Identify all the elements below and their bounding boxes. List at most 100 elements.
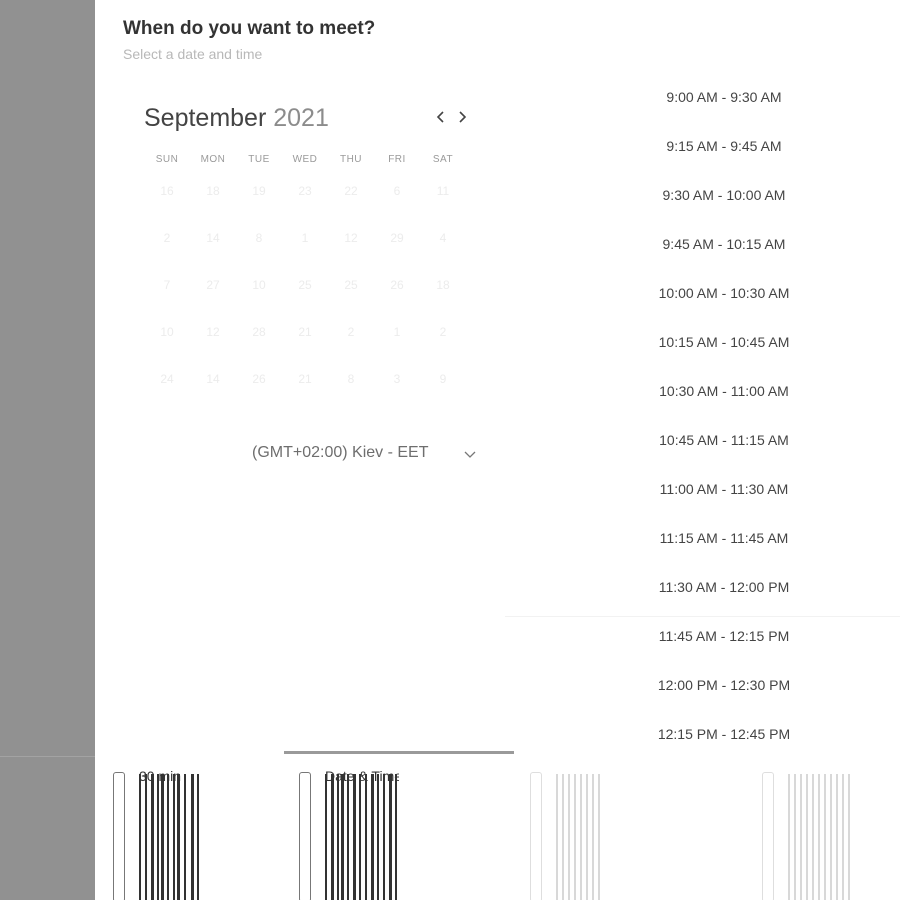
artifact-stripe — [167, 774, 169, 900]
calendar-day: 4 — [439, 231, 447, 245]
calendar-day: 26 — [252, 372, 266, 386]
time-slot-button[interactable]: 12:00 PM - 12:30 PM — [628, 668, 820, 702]
calendar-day: 9 — [439, 372, 447, 386]
time-slot-button[interactable]: 9:30 AM - 10:00 AM — [628, 178, 820, 212]
artifact-stripe — [592, 774, 594, 900]
calendar-day: 19 — [252, 184, 266, 198]
calendar-day: 10 — [160, 325, 174, 339]
artifact-stripe — [586, 774, 588, 900]
time-slot-button[interactable]: 11:15 AM - 11:45 AM — [628, 521, 820, 555]
calendar-day: 6 — [393, 184, 401, 198]
calendar-day: 2 — [163, 231, 171, 245]
artifact-stripe — [191, 774, 194, 900]
time-slot-button[interactable]: 12:15 PM - 12:45 PM — [628, 717, 820, 751]
page-title: When do you want to meet? — [123, 18, 376, 39]
calendar-day: 23 — [298, 184, 312, 198]
calendar-day: 8 — [255, 231, 263, 245]
calendar-day: 22 — [344, 184, 358, 198]
artifact-stripe — [341, 774, 344, 900]
artifact-stripe — [353, 774, 356, 900]
weekday-label: THU — [339, 154, 363, 165]
artifact-stripe — [177, 774, 180, 900]
page-subtitle: Select a date and time — [123, 46, 263, 62]
time-slot-button[interactable]: 10:15 AM - 10:45 AM — [628, 325, 820, 359]
timezone-select[interactable]: (GMT+02:00) Kiev - EET — [252, 444, 429, 462]
artifact-stripe — [139, 774, 141, 900]
time-slot-button[interactable]: 11:45 AM - 12:15 PM — [628, 619, 820, 653]
chevron-down-icon — [464, 451, 476, 458]
calendar-day: 2 — [439, 325, 447, 339]
calendar-day: 21 — [298, 372, 312, 386]
artifact-stripe — [574, 774, 576, 900]
step-tab[interactable] — [762, 766, 862, 900]
chevron-right-icon — [459, 111, 467, 123]
calendar-day: 18 — [436, 278, 450, 292]
artifact-stripe — [383, 774, 385, 900]
calendar-day: 28 — [252, 325, 266, 339]
calendar-day: 8 — [347, 372, 355, 386]
chevron-left-icon — [436, 111, 444, 123]
artifact-stripe — [371, 774, 374, 900]
timezone-dropdown-toggle[interactable] — [460, 444, 480, 464]
left-rail — [0, 0, 95, 900]
time-slot-button[interactable]: 9:15 AM - 9:45 AM — [628, 129, 820, 163]
calendar-day: 25 — [298, 278, 312, 292]
artifact-stripe — [365, 774, 367, 900]
step-tab[interactable]: 30 min — [113, 766, 213, 900]
time-slot-button[interactable]: 9:00 AM - 9:30 AM — [628, 80, 820, 114]
artifact-stripe — [842, 774, 844, 900]
calendar-year: 2021 — [273, 104, 329, 132]
calendar-day: 21 — [298, 325, 312, 339]
artifact-stripe — [556, 774, 558, 900]
artifact-stripe — [151, 774, 154, 900]
artifact-stripe — [184, 774, 186, 900]
calendar-day: 11 — [436, 184, 450, 198]
weekday-label: FRI — [388, 154, 406, 165]
calendar-day: 2 — [347, 325, 355, 339]
time-slot-divider — [505, 616, 900, 617]
step-tab[interactable] — [530, 766, 630, 900]
calendar-day: 12 — [344, 231, 358, 245]
calendar-month-title: September 2021 — [144, 104, 329, 133]
artifact-stripe — [848, 774, 850, 900]
calendar-day: 25 — [344, 278, 358, 292]
artifact-stripe — [325, 774, 327, 900]
artifact-stripe — [395, 774, 397, 900]
artifact-stripe — [145, 774, 147, 900]
artifact-stripe — [806, 774, 808, 900]
artifact-stripe — [331, 774, 334, 900]
calendar-day: 12 — [206, 325, 220, 339]
check-icon — [762, 772, 774, 900]
calendar-month-name: September — [144, 104, 267, 132]
calendar-day: 18 — [206, 184, 220, 198]
time-slot-button[interactable]: 10:30 AM - 11:00 AM — [628, 374, 820, 408]
calendar-day: 27 — [206, 278, 220, 292]
previous-month-button[interactable] — [432, 104, 450, 130]
time-slot-button[interactable]: 10:45 AM - 11:15 AM — [628, 423, 820, 457]
step-tab[interactable]: Date & Time — [299, 766, 399, 900]
rail-divider — [0, 756, 95, 757]
step-progress-bar — [284, 751, 514, 754]
artifact-stripe — [173, 774, 175, 900]
artifact-stripe — [794, 774, 796, 900]
calendar-day: 16 — [160, 184, 174, 198]
artifact-stripe — [580, 774, 582, 900]
calendar-icon — [299, 772, 311, 900]
artifact-stripe — [197, 774, 199, 900]
artifact-stripe — [337, 774, 339, 900]
calendar-day: 3 — [393, 372, 401, 386]
time-slot-button[interactable]: 9:45 AM - 10:15 AM — [628, 227, 820, 261]
time-slot-button[interactable]: 10:00 AM - 10:30 AM — [628, 276, 820, 310]
clock-icon — [113, 772, 125, 900]
artifact-stripe — [830, 774, 832, 900]
weekday-label: TUE — [248, 154, 270, 165]
next-month-button[interactable] — [453, 104, 471, 130]
calendar-day: 1 — [301, 231, 309, 245]
calendar-day: 14 — [206, 372, 220, 386]
calendar-day: 24 — [160, 372, 174, 386]
calendar-day: 7 — [163, 278, 171, 292]
time-slot-button[interactable]: 11:30 AM - 12:00 PM — [628, 570, 820, 604]
artifact-stripe — [359, 774, 361, 900]
weekday-label: SAT — [432, 154, 454, 165]
time-slot-button[interactable]: 11:00 AM - 11:30 AM — [628, 472, 820, 506]
